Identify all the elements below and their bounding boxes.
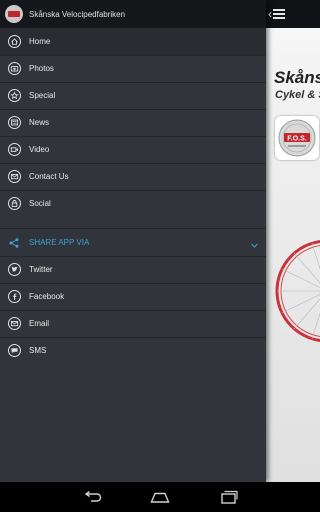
hamburger-menu-icon bbox=[273, 9, 285, 19]
mail-icon bbox=[7, 170, 21, 184]
share-item-facebook[interactable]: Facebook bbox=[0, 283, 266, 310]
nav-item-contact-us[interactable]: Contact Us bbox=[0, 163, 266, 190]
drawer-toggle-button[interactable]: ‹ bbox=[268, 5, 288, 23]
drawer-header: Skånska Velocipedfabriken bbox=[0, 0, 266, 28]
recent-apps-button[interactable] bbox=[217, 490, 239, 504]
email-icon bbox=[7, 317, 21, 331]
chevron-down-icon bbox=[250, 237, 259, 255]
nav-item-news[interactable]: News bbox=[0, 109, 266, 136]
home-icon bbox=[7, 35, 21, 49]
news-icon bbox=[7, 116, 21, 130]
star-icon bbox=[7, 89, 21, 103]
logo-text: F.O.S. bbox=[287, 136, 307, 143]
share-item-sms[interactable]: SMS bbox=[0, 337, 266, 364]
content-subtitle: Cykel & S bbox=[275, 89, 320, 101]
share-icon bbox=[7, 236, 21, 250]
action-bar: ‹ bbox=[266, 0, 320, 28]
home-button[interactable] bbox=[149, 490, 171, 504]
back-arrow-icon bbox=[84, 491, 102, 502]
main-content: ‹ Skåns Cykel & S F.O.S. bbox=[266, 0, 320, 482]
navigation-drawer: Skånska Velocipedfabriken Home Photos Sp… bbox=[0, 0, 266, 482]
facebook-icon bbox=[7, 290, 21, 304]
brand-logo-image[interactable]: F.O.S. bbox=[275, 116, 319, 160]
nav-item-social[interactable]: Social bbox=[0, 190, 266, 217]
home-outline-icon bbox=[150, 492, 170, 503]
nav-item-video[interactable]: Video bbox=[0, 136, 266, 163]
app-logo-icon bbox=[5, 5, 23, 23]
share-item-label: Facebook bbox=[29, 292, 65, 301]
chevron-left-icon: ‹ bbox=[268, 7, 272, 21]
share-item-label: SMS bbox=[29, 346, 47, 355]
system-navigation-bar bbox=[0, 482, 320, 512]
nav-item-home[interactable]: Home bbox=[0, 28, 266, 55]
bicycle-wheel-illustration bbox=[275, 239, 320, 343]
nav-item-label: Video bbox=[29, 145, 50, 154]
share-section-header[interactable]: SHARE APP VIA bbox=[0, 229, 266, 256]
share-item-email[interactable]: Email bbox=[0, 310, 266, 337]
nav-item-label: Special bbox=[29, 91, 56, 100]
nav-item-label: Photos bbox=[29, 64, 54, 73]
app-screen: ‹ Skåns Cykel & S F.O.S. bbox=[0, 0, 320, 482]
nav-item-special[interactable]: Special bbox=[0, 82, 266, 109]
nav-item-photos[interactable]: Photos bbox=[0, 55, 266, 82]
nav-item-label: Home bbox=[29, 37, 51, 46]
sms-icon bbox=[7, 344, 21, 358]
twitter-icon bbox=[7, 263, 21, 277]
lock-icon bbox=[7, 197, 21, 211]
video-icon bbox=[7, 143, 21, 157]
share-section-label: SHARE APP VIA bbox=[29, 238, 90, 247]
app-title: Skånska Velocipedfabriken bbox=[29, 9, 126, 19]
nav-item-label: News bbox=[29, 118, 50, 127]
nav-item-label: Contact Us bbox=[29, 172, 69, 181]
share-item-label: Twitter bbox=[29, 265, 53, 274]
recent-apps-icon bbox=[221, 490, 238, 504]
share-item-twitter[interactable]: Twitter bbox=[0, 256, 266, 283]
shield-logo-icon: F.O.S. bbox=[278, 119, 316, 157]
share-item-label: Email bbox=[29, 319, 50, 328]
content-title: Skåns bbox=[274, 68, 320, 87]
back-button[interactable] bbox=[82, 490, 104, 504]
camera-icon bbox=[7, 62, 21, 76]
nav-item-label: Social bbox=[29, 199, 51, 208]
